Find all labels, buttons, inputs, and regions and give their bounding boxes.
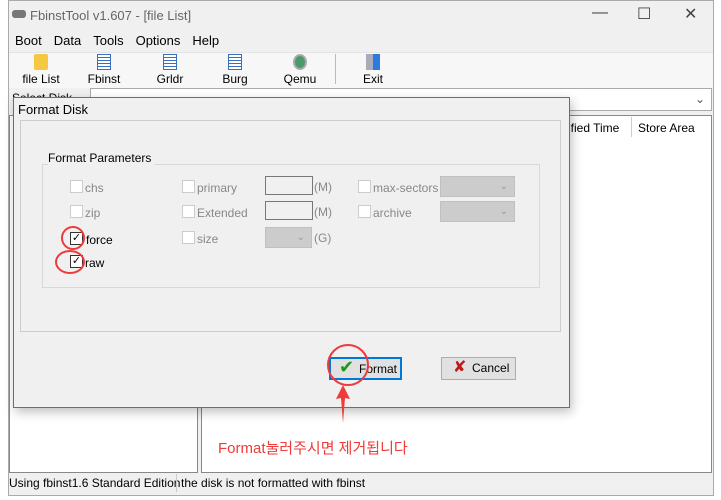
annotation-text: Format눌러주시면 제거됩니다 (218, 440, 408, 457)
size-label: size (197, 232, 219, 246)
cross-icon: ✘ (453, 359, 467, 376)
maximize-button[interactable]: ☐ (637, 4, 651, 24)
annotation-circle (61, 226, 85, 250)
toolbar-file-list[interactable]: file List (20, 54, 62, 86)
close-button[interactable]: ✕ (684, 4, 697, 24)
window-title: FbinstTool v1.607 - [file List] (30, 8, 192, 23)
extended-size-input[interactable] (265, 201, 313, 220)
folder-icon (34, 54, 48, 70)
disc-icon (293, 54, 307, 70)
extended-checkbox[interactable] (182, 205, 195, 218)
document-icon (228, 54, 242, 70)
zip-label: zip (85, 206, 101, 220)
annotation-arrow (336, 385, 350, 423)
exit-door-icon (366, 54, 380, 70)
primary-size-input[interactable] (265, 176, 313, 195)
column-modified-time[interactable]: ified Time (568, 121, 619, 135)
app-icon (12, 10, 26, 18)
size-checkbox[interactable] (182, 231, 195, 244)
chs-checkbox[interactable] (70, 180, 83, 193)
max-sectors-checkbox[interactable] (358, 180, 371, 193)
chs-label: chs (85, 181, 104, 195)
extended-unit: (M) (314, 205, 332, 219)
menu-tools[interactable]: Tools (93, 33, 123, 48)
archive-checkbox[interactable] (358, 205, 371, 218)
size-unit: (G) (314, 231, 332, 245)
force-label: force (86, 233, 113, 247)
extended-label: Extended (197, 206, 248, 220)
raw-label: raw (85, 256, 105, 270)
menu-help[interactable]: Help (192, 33, 219, 48)
minimize-button[interactable]: — (592, 4, 608, 22)
size-dropdown[interactable]: ⌄ (265, 227, 312, 248)
zip-checkbox[interactable] (70, 205, 83, 218)
menu-data[interactable]: Data (54, 33, 81, 48)
status-right: the disk is not formatted with fbinst (181, 476, 366, 490)
cancel-button[interactable]: ✘ Cancel (441, 357, 516, 380)
primary-checkbox[interactable] (182, 180, 195, 193)
annotation-circle (55, 250, 85, 274)
annotation-circle (327, 344, 369, 386)
archive-label: archive (373, 206, 412, 220)
menu-boot[interactable]: Boot (15, 33, 42, 48)
dialog-title: Format Disk (18, 102, 89, 117)
max-sectors-dropdown[interactable]: ⌄ (440, 176, 515, 197)
menu-options[interactable]: Options (136, 33, 181, 48)
column-store-area[interactable]: Store Area (638, 121, 695, 135)
document-icon (97, 54, 111, 70)
status-left: Using fbinst1.6 Standard Edition (9, 476, 181, 490)
document-icon (163, 54, 177, 70)
group-format-parameters: Format Parameters (48, 151, 155, 165)
archive-dropdown[interactable]: ⌄ (440, 201, 515, 222)
primary-label: primary (197, 181, 238, 195)
max-sectors-label: max-sectors (373, 181, 439, 195)
menu-bar: Boot Data Tools Options Help (15, 33, 231, 48)
toolbar-exit[interactable]: Exit (355, 54, 391, 86)
primary-unit: (M) (314, 180, 332, 194)
